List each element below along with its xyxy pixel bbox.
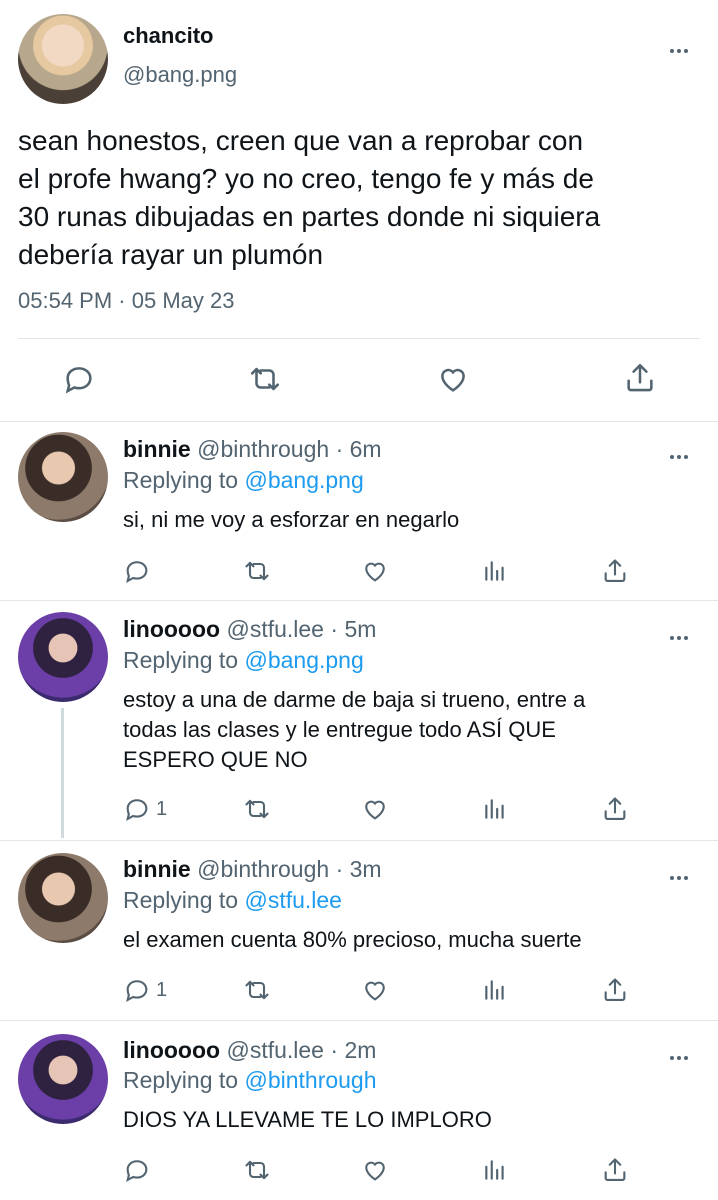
retweet-icon[interactable] bbox=[247, 362, 283, 396]
tweet-text: sean honestos, creen que van a reprobar … bbox=[18, 122, 708, 274]
reply-text: estoy a una de darme de baja si trueno, … bbox=[123, 685, 703, 775]
retweet-icon[interactable] bbox=[242, 557, 272, 585]
like-icon[interactable] bbox=[361, 1156, 389, 1184]
reply-time[interactable]: 2m bbox=[344, 1037, 376, 1063]
tweet-text-line: el profe hwang? yo no creo, tengo fe y m… bbox=[18, 163, 594, 194]
analytics-icon[interactable] bbox=[482, 1156, 508, 1184]
like-icon[interactable] bbox=[361, 795, 389, 823]
author-name[interactable]: linooooo bbox=[123, 616, 220, 642]
replying-to: Replying to @bang.png bbox=[123, 467, 364, 494]
reply-time[interactable]: 5m bbox=[344, 616, 376, 642]
retweet-icon[interactable] bbox=[242, 1156, 272, 1184]
share-icon[interactable] bbox=[601, 556, 629, 586]
author-handle[interactable]: @binthrough bbox=[197, 856, 329, 882]
separator-dot: · bbox=[330, 1037, 339, 1063]
reply-text-line: estoy a una de darme de baja si trueno, … bbox=[123, 687, 586, 712]
like-icon[interactable] bbox=[361, 557, 389, 585]
avatar[interactable] bbox=[18, 612, 108, 702]
reply-header: linooooo @stfu.lee · 2m bbox=[123, 1037, 376, 1064]
author-handle[interactable]: @stfu.lee bbox=[226, 616, 324, 642]
avatar[interactable] bbox=[18, 1034, 108, 1124]
tweet-text-line: debería rayar un plumón bbox=[18, 239, 324, 270]
replying-to-label: Replying to bbox=[123, 647, 239, 673]
author-name[interactable]: linooooo bbox=[123, 1037, 220, 1063]
reply-time[interactable]: 6m bbox=[350, 436, 382, 462]
reply-icon[interactable] bbox=[123, 557, 151, 585]
reply-text-line: ESPERO QUE NO bbox=[123, 747, 308, 772]
author-name[interactable]: chancito bbox=[123, 23, 213, 49]
like-icon[interactable] bbox=[436, 362, 470, 396]
more-options-icon[interactable] bbox=[670, 40, 692, 53]
reply-icon[interactable] bbox=[123, 795, 151, 823]
reply-text: el examen cuenta 80% precioso, mucha sue… bbox=[123, 925, 582, 955]
reply-text: si, ni me voy a esforzar en negarlo bbox=[123, 505, 459, 535]
share-icon[interactable] bbox=[601, 1155, 629, 1185]
timestamp[interactable]: 05:54 PM · 05 May 23 bbox=[18, 288, 234, 314]
reply-text-line: todas las clases y le entregue todo ASÍ … bbox=[123, 717, 556, 742]
divider bbox=[0, 840, 718, 841]
reply-time[interactable]: 3m bbox=[350, 856, 382, 882]
more-options-icon[interactable] bbox=[670, 867, 692, 880]
reply-header: linooooo @stfu.lee · 5m bbox=[123, 616, 376, 643]
retweet-icon[interactable] bbox=[242, 976, 272, 1004]
replying-to-handle[interactable]: @bang.png bbox=[244, 647, 363, 673]
replying-to-handle[interactable]: @binthrough bbox=[244, 1067, 376, 1093]
separator-dot: · bbox=[118, 288, 126, 313]
reply-text-line: el examen cuenta 80% precioso, mucha sue… bbox=[123, 927, 582, 952]
reply-header: binnie @binthrough · 6m bbox=[123, 436, 382, 463]
author-name[interactable]: binnie bbox=[123, 436, 191, 462]
tweet-text-line: sean honestos, creen que van a reprobar … bbox=[18, 125, 584, 156]
reply-icon[interactable] bbox=[62, 362, 96, 396]
divider bbox=[0, 421, 718, 422]
reply-header: binnie @binthrough · 3m bbox=[123, 856, 382, 883]
retweet-icon[interactable] bbox=[242, 795, 272, 823]
reply-count: 1 bbox=[156, 798, 168, 820]
replying-to: Replying to @stfu.lee bbox=[123, 887, 342, 914]
author-handle[interactable]: @binthrough bbox=[197, 436, 329, 462]
replying-to-label: Replying to bbox=[123, 887, 239, 913]
avatar[interactable] bbox=[18, 14, 108, 104]
replying-to-handle[interactable]: @stfu.lee bbox=[244, 887, 342, 913]
analytics-icon[interactable] bbox=[482, 795, 508, 823]
like-icon[interactable] bbox=[361, 976, 389, 1004]
tweet-time: 05:54 PM bbox=[18, 288, 113, 313]
more-options-icon[interactable] bbox=[670, 1047, 692, 1060]
reply-text: DIOS YA LLEVAME TE LO IMPLORO bbox=[123, 1105, 492, 1135]
author-handle[interactable]: @bang.png bbox=[123, 62, 237, 88]
reply-icon[interactable] bbox=[123, 1156, 151, 1184]
author-name[interactable]: binnie bbox=[123, 856, 191, 882]
divider bbox=[18, 338, 700, 339]
more-options-icon[interactable] bbox=[670, 446, 692, 459]
reply-count: 1 bbox=[156, 979, 168, 1001]
analytics-icon[interactable] bbox=[482, 976, 508, 1004]
replying-to: Replying to @bang.png bbox=[123, 647, 364, 674]
reply-text-line: si, ni me voy a esforzar en negarlo bbox=[123, 507, 460, 532]
share-icon[interactable] bbox=[601, 975, 629, 1005]
reply-text-line: DIOS YA LLEVAME TE LO IMPLORO bbox=[123, 1107, 492, 1132]
replying-to-handle[interactable]: @bang.png bbox=[244, 467, 363, 493]
replying-to-label: Replying to bbox=[123, 467, 239, 493]
share-icon[interactable] bbox=[601, 794, 629, 824]
author-handle[interactable]: @stfu.lee bbox=[226, 1037, 324, 1063]
tweet-date: 05 May 23 bbox=[131, 288, 235, 313]
analytics-icon[interactable] bbox=[482, 557, 508, 585]
thread-line bbox=[61, 708, 64, 838]
replying-to-label: Replying to bbox=[123, 1067, 239, 1093]
more-options-icon[interactable] bbox=[670, 627, 692, 640]
divider bbox=[0, 1020, 718, 1021]
divider bbox=[0, 600, 718, 601]
separator-dot: · bbox=[335, 436, 344, 462]
separator-dot: · bbox=[335, 856, 344, 882]
share-icon[interactable] bbox=[623, 360, 657, 396]
tweet-text-line: 30 runas dibujadas en partes donde ni si… bbox=[18, 201, 601, 232]
avatar[interactable] bbox=[18, 432, 108, 522]
replying-to: Replying to @binthrough bbox=[123, 1067, 377, 1094]
avatar[interactable] bbox=[18, 853, 108, 943]
reply-icon[interactable] bbox=[123, 976, 151, 1004]
separator-dot: · bbox=[330, 616, 339, 642]
